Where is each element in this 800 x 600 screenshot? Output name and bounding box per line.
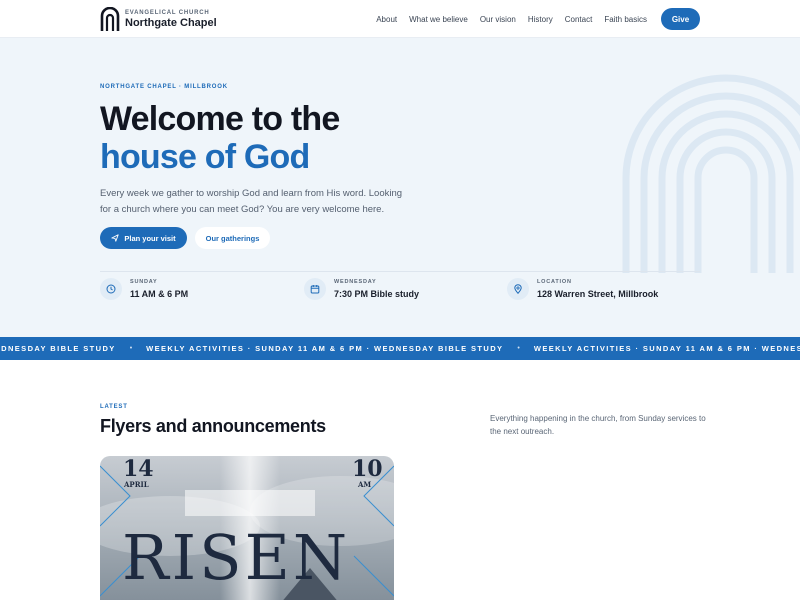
site-header: EVANGELICAL CHURCH Northgate Chapel Abou… (0, 0, 800, 38)
logo-tagline: EVANGELICAL CHURCH (125, 9, 210, 16)
ticker-separator: • (517, 345, 520, 352)
ticker-item: WEEKLY ACTIVITIES · SUNDAY 11 AM & 6 PM … (533, 344, 800, 353)
clock-icon (100, 278, 122, 300)
our-gatherings-button[interactable]: Our gatherings (195, 227, 270, 249)
nav-about[interactable]: About (376, 15, 397, 24)
info-sunday: SUNDAY 11 AM & 6 PM (100, 275, 188, 303)
chapel-arch-icon (100, 7, 120, 31)
ticker-track: & 6 PM · WEDNESDAY BIBLE STUDY • WEEKLY … (0, 337, 800, 360)
flyer-card[interactable]: 14 APRIL 10 AM RISEN (100, 456, 394, 600)
info-location-label: LOCATION (537, 279, 572, 285)
location-pin-icon (507, 278, 529, 300)
info-wednesday-value: 7:30 PM Bible study (334, 289, 420, 299)
announcement-ticker: & 6 PM · WEDNESDAY BIBLE STUDY • WEEKLY … (0, 337, 800, 360)
hero-title-line1: Welcome to the (100, 100, 340, 138)
nav-history[interactable]: History (528, 15, 553, 24)
nav-our-vision[interactable]: Our vision (480, 15, 516, 24)
hero-lead: Every week we gather to worship God and … (100, 188, 403, 215)
logo-text: EVANGELICAL CHURCH Northgate Chapel (125, 9, 217, 30)
nav-faith-basics[interactable]: Faith basics (604, 15, 647, 24)
info-wednesday: WEDNESDAY 7:30 PM Bible study (304, 275, 419, 303)
ticker-separator: • (129, 345, 133, 352)
ticker-item: & 6 PM · WEDNESDAY BIBLE STUDY (0, 344, 116, 353)
calendar-icon (304, 278, 326, 300)
send-arrow-icon (111, 234, 119, 242)
info-location: LOCATION 128 Warren Street, Millbrook (507, 275, 658, 303)
plan-your-visit-button[interactable]: Plan your visit (100, 227, 187, 249)
flyer-hour: 10 (352, 456, 383, 482)
hero-title: Welcome to the house of God (100, 100, 340, 176)
latest-eyebrow: LATEST (100, 404, 128, 410)
nav-what-we-believe[interactable]: What we believe (409, 15, 468, 24)
flyer-ampm: AM (358, 480, 372, 489)
hero-title-line2: house of God (100, 138, 310, 176)
flyer-title: RISEN (122, 521, 351, 594)
nav-contact[interactable]: Contact (565, 15, 593, 24)
hero-eyebrow: NORTHGATE CHAPEL · MILLBROOK (100, 84, 228, 90)
hero-section: NORTHGATE CHAPEL · MILLBROOK Welcome to … (0, 38, 800, 337)
info-location-value: 128 Warren Street, Millbrook (537, 289, 659, 299)
main-nav: About What we believe Our vision History… (364, 0, 700, 38)
ticker-item: WEEKLY ACTIVITIES · SUNDAY 11 AM & 6 PM … (146, 344, 504, 353)
plan-your-visit-label: Plan your visit (124, 233, 176, 243)
logo-name: Northgate Chapel (125, 16, 217, 29)
site-logo[interactable]: EVANGELICAL CHURCH Northgate Chapel (100, 7, 217, 31)
latest-title: Flyers and announcements (100, 416, 326, 436)
info-sunday-label: SUNDAY (130, 279, 158, 285)
info-wednesday-label: WEDNESDAY (334, 279, 377, 285)
hero-divider (100, 271, 700, 272)
flyer-month: APRIL (124, 480, 149, 489)
latest-description: Everything happening in the church, from… (490, 414, 706, 436)
info-sunday-value: 11 AM & 6 PM (130, 289, 189, 299)
flyer-day: 14 (123, 456, 154, 482)
give-button[interactable]: Give (661, 8, 700, 30)
